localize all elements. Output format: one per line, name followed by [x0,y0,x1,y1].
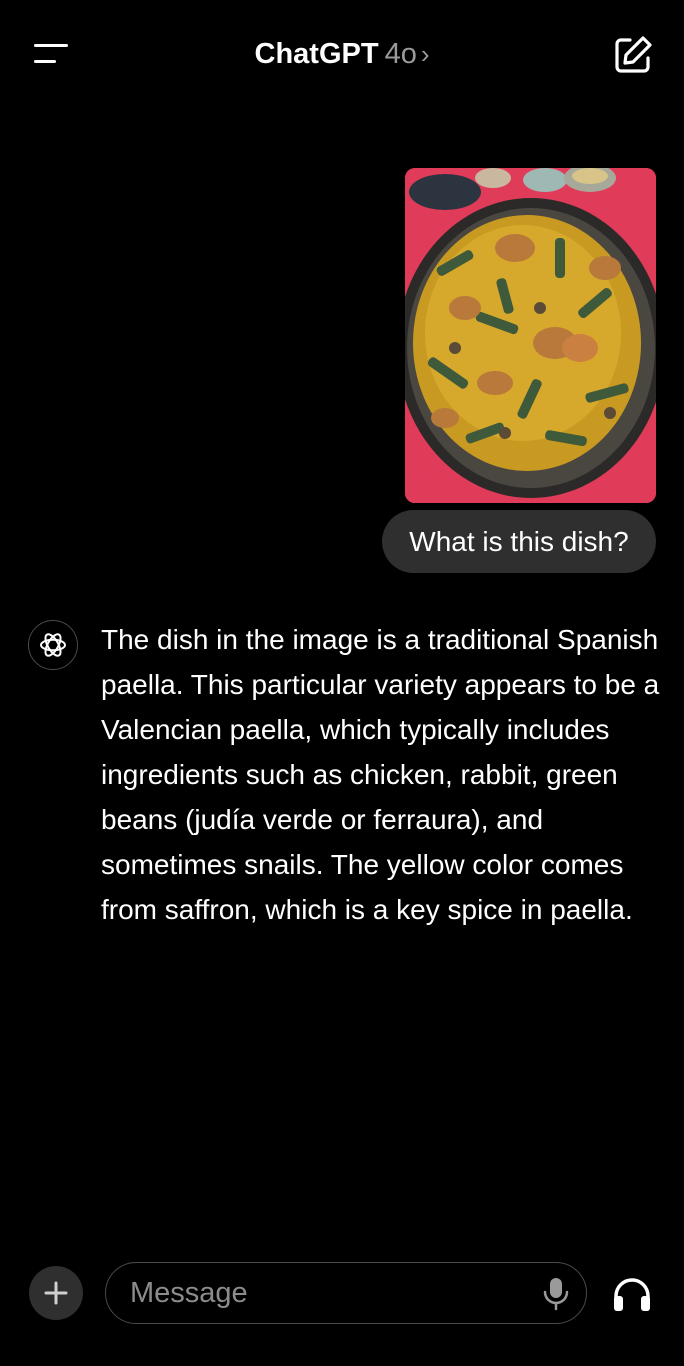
chevron-right-icon: › [420,39,430,69]
app-title: ChatGPT [254,38,379,70]
assistant-message-text: The dish in the image is a traditional S… [101,624,660,925]
top-bar: ChatGPT 4o › [0,0,684,110]
model-name: 4o [384,38,417,70]
headphones-icon-svg [614,1278,650,1311]
microphone-icon[interactable] [542,1277,570,1311]
plus-icon[interactable] [29,1266,83,1320]
message-box[interactable] [105,1262,587,1324]
message-input[interactable] [128,1263,532,1324]
model-selector[interactable]: ChatGPT 4o › [0,36,684,72]
user-message-bubble: What is this dish? [382,510,656,573]
compose-icon[interactable] [612,34,654,76]
openai-logo-icon [28,620,78,670]
openai-logo-svg [40,633,66,657]
paella-illustration [405,168,656,503]
microphone-icon-svg [543,1278,569,1311]
paella-photo[interactable] [405,168,656,503]
compose-icon-svg [615,36,652,73]
headphones-icon[interactable] [612,1276,652,1312]
plus-icon-svg [44,1281,68,1305]
